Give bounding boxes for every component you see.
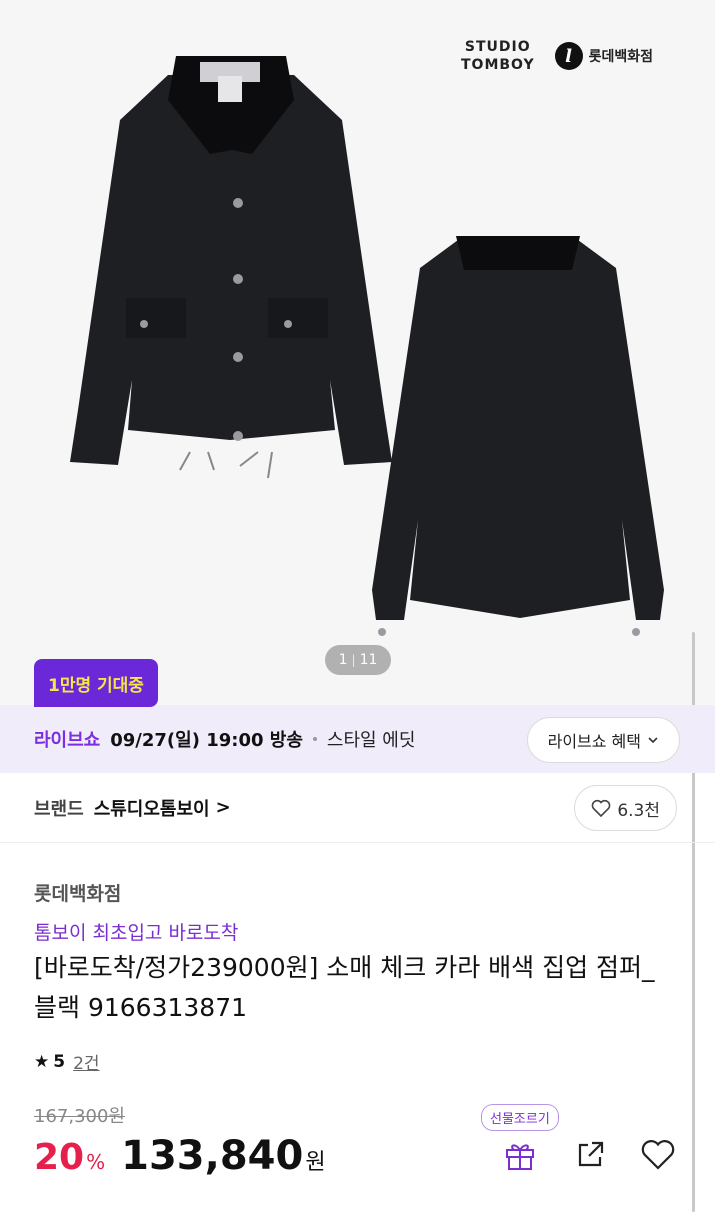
promo-text: 톰보이 최초입고 바로도착 — [34, 922, 239, 944]
seller-name[interactable]: 롯데백화점 — [34, 879, 121, 906]
product-image-carousel[interactable]: STUDIO TOMBOY l 롯데백화점 1 | 11 — [0, 0, 715, 705]
jacket-front-illustration — [70, 56, 392, 479]
separator-dot — [312, 737, 317, 741]
brand-row[interactable]: 브랜드 스튜디오톰보이 > 6.3천 — [0, 773, 715, 843]
chevron-down-icon — [648, 737, 658, 744]
studio-tomboy-logo: STUDIO TOMBOY — [461, 39, 535, 73]
brand-label: 브랜드 — [34, 798, 84, 820]
image-pager: 1 | 11 — [325, 645, 391, 675]
jacket-back-illustration — [372, 236, 664, 636]
discount-rate: 20 — [34, 1137, 85, 1178]
review-count-link[interactable]: 2건 — [73, 1049, 99, 1074]
gift-icon — [506, 1144, 534, 1170]
live-show-name: 스타일 에딧 — [326, 730, 416, 751]
product-image — [70, 56, 664, 636]
brand-name-link[interactable]: 스튜디오톰보이 — [94, 795, 210, 821]
live-show-label: 라이브쇼 — [34, 730, 101, 751]
rating-score: 5 — [53, 1051, 66, 1072]
price-row: 20 % 133,840 원 — [34, 1133, 326, 1179]
chevron-right-icon: > — [215, 797, 231, 818]
gift-request-tooltip: 선물조르기 — [481, 1104, 559, 1131]
discount-unit: % — [86, 1150, 106, 1174]
share-button[interactable] — [568, 1133, 612, 1177]
heart-outline-icon — [591, 799, 611, 817]
waiting-count-badge: 1만명 기대중 — [34, 659, 158, 707]
heart-outline-icon — [641, 1140, 675, 1170]
sale-price: 133,840 — [121, 1133, 304, 1179]
star-icon: ★ — [34, 1051, 50, 1072]
share-icon — [578, 1141, 604, 1167]
live-benefit-button[interactable]: 라이브쇼 혜택 — [526, 717, 680, 763]
rating[interactable]: ★ 5 2건 — [34, 1049, 100, 1075]
brand-like-button[interactable]: 6.3천 — [574, 785, 677, 831]
brand-logos: STUDIO TOMBOY l 롯데백화점 — [461, 38, 653, 74]
lotte-mark-icon: l — [554, 42, 583, 70]
like-count: 6.3천 — [617, 800, 660, 821]
product-title: [바로도착/정가239000원] 소매 체크 카라 배색 집업 점퍼_블랙 91… — [34, 953, 655, 1022]
price-unit: 원 — [305, 1150, 326, 1175]
wishlist-button[interactable] — [636, 1133, 680, 1177]
live-show-time: 09/27(일) 19:00 방송 — [110, 730, 303, 751]
gift-button[interactable] — [498, 1133, 542, 1177]
lotte-department-logo: l 롯데백화점 — [554, 42, 653, 70]
original-price: 167,300원 — [34, 1106, 125, 1127]
live-show-banner[interactable]: 라이브쇼 09/27(일) 19:00 방송 스타일 에딧 라이브쇼 혜택 — [0, 705, 715, 773]
